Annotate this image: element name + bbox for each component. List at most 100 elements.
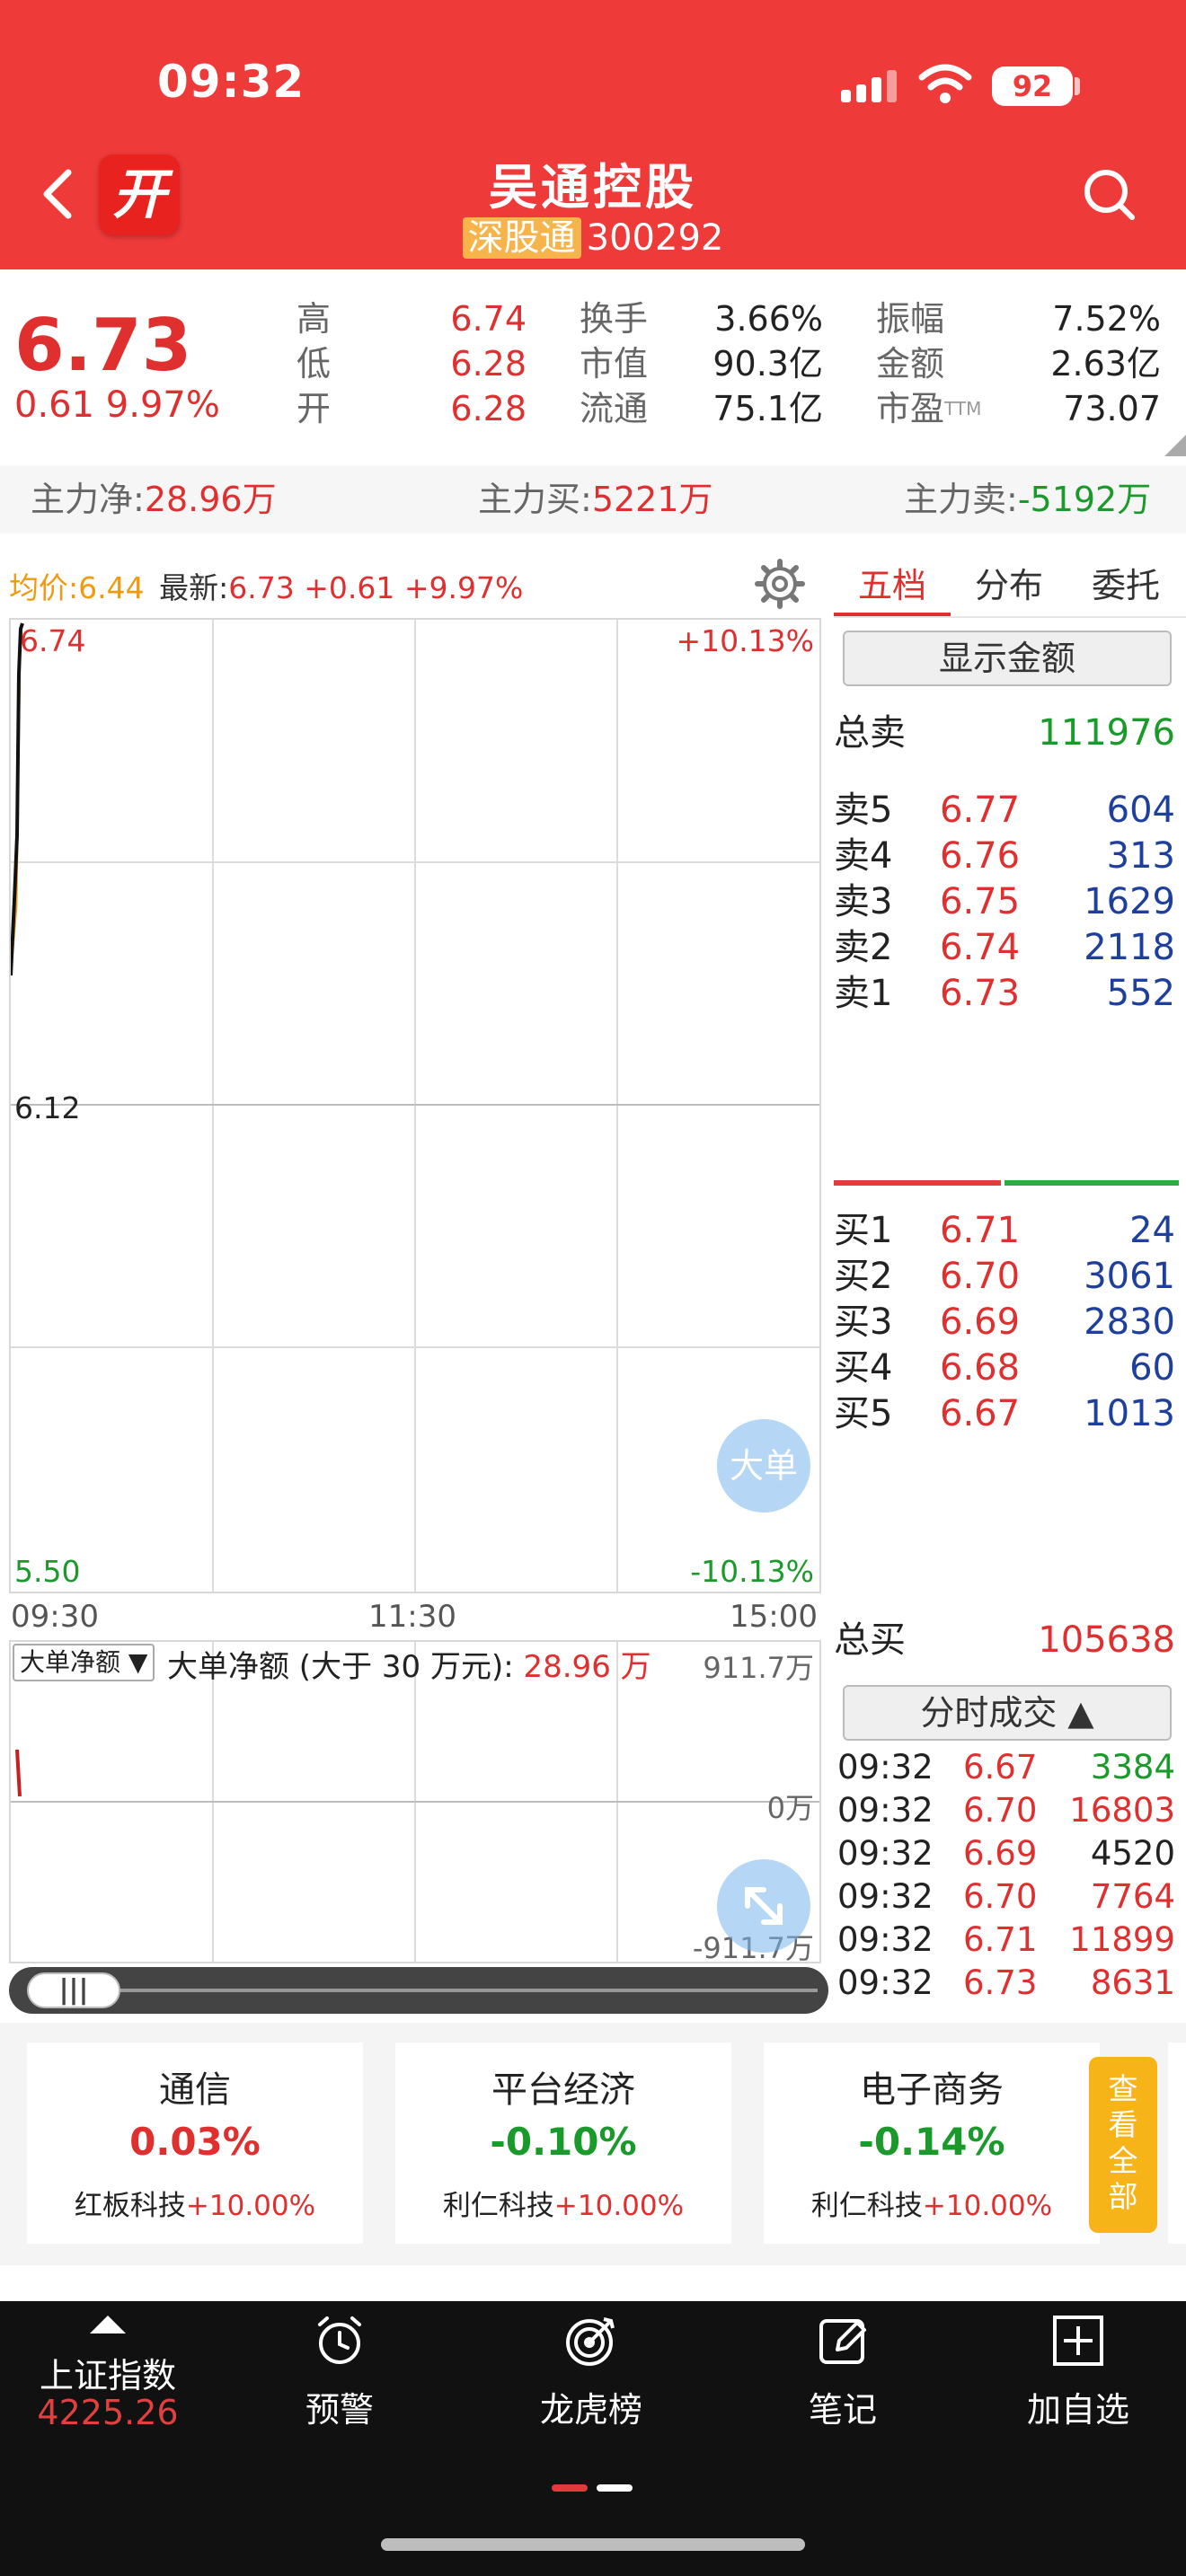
quote-field-value: 73.07 [1063,389,1161,428]
tick-trade-row: 09:32 6.70 16803 [837,1789,1179,1832]
alert-label: 预警 [305,2390,374,2430]
sub-chart-title-text: 大单净额 (大于 30 万元): [167,1649,514,1685]
trade-volume: 16803 [1069,1791,1175,1830]
tick-trades-toggle[interactable]: 分时成交 ▲ [843,1685,1172,1741]
settings-gear-icon[interactable] [755,559,805,609]
tab-five-levels[interactable]: 五档 [834,559,951,616]
shanghai-index-button[interactable]: 上证指数 4225.26 [0,2307,216,2432]
quote-field-label: 高 [296,299,332,339]
total-sell-value: 111976 [1038,712,1175,754]
add-watchlist-button[interactable]: 加自选 [979,2307,1177,2432]
quote-field-value: 6.74 [450,299,527,339]
ask-level-price: 6.73 [940,973,1021,1014]
bid-level-label: 买5 [834,1393,893,1434]
sector-leader-name: 红板科技 [74,2190,186,2222]
bid-level-row[interactable]: 买5 6.67 1013 [834,1387,1179,1441]
quote-field-label: 开 [296,389,332,428]
avg-price-label: 均价: [9,570,79,605]
stock-code-line: 深股通 300292 [0,208,1186,260]
sub-y-top: 911.7万 [703,1651,814,1685]
search-icon[interactable] [1080,165,1137,223]
sub-chart-grid [11,1642,819,1962]
add-watchlist-label: 加自选 [1026,2390,1129,2430]
sub-y-mid: 0万 [766,1791,814,1825]
intraday-price-chart[interactable]: 6.74 +10.13% 6.12 5.50 -10.13% [9,618,821,1593]
quote-field-value: 7.52% [1052,299,1161,339]
quote-field-label: 低 [296,344,332,384]
trade-price: 6.73 [963,1963,1038,2002]
view-all-char-1: 查 [1108,2071,1138,2106]
sector-leader: 利仁科技+10.00% [395,2183,731,2223]
main-force-buy: 主力买:5221万 [478,465,713,534]
quote-field-value: 6.28 [450,344,527,384]
trade-time: 09:32 [837,1791,934,1830]
sector-change: -0.10% [490,2120,637,2164]
ask-level-label: 卖1 [834,973,893,1014]
target-icon [566,2317,615,2366]
main-force-net-value: 28.96万 [144,480,277,519]
main-force-bar: 主力净:28.96万 主力买:5221万 主力卖:-5192万 [0,465,1186,534]
main-force-buy-label: 主力买: [478,480,592,519]
battery-tip [1075,77,1080,95]
big-order-button[interactable]: 大单 [717,1419,810,1513]
view-all-char-4: 部 [1108,2179,1138,2214]
home-indicator[interactable] [381,2538,805,2551]
dragon-tiger-list-button[interactable]: 龙虎榜 [492,2307,690,2432]
trade-time: 09:32 [837,1963,934,2002]
expand-corner-icon[interactable] [1164,435,1186,456]
sector-leader-change: +10.00% [922,2190,1053,2222]
ask-level-row[interactable]: 卖1 6.73 552 [834,966,1179,1020]
main-force-net-label: 主力净: [31,480,145,519]
intraday-legend: 均价:6.44 最新:6.73 +0.61 +9.97% [9,564,523,607]
battery-indicator: 92 [992,66,1073,106]
sector-change: -0.14% [858,2120,1005,2164]
main-force-net: 主力净:28.96万 [31,465,277,534]
sector-name: 通信 [159,2069,231,2111]
show-amount-button[interactable]: 显示金额 [843,631,1172,686]
sector-leader: 红板科技+10.00% [27,2183,363,2223]
stock-code: 300292 [586,217,724,259]
sector-card[interactable]: 平台经济 -0.10% 利仁科技+10.00% [395,2042,731,2244]
indicator-selector[interactable]: 大单净额 ▼ [13,1644,155,1681]
sector-leader: 利仁科技+10.00% [764,2183,1100,2223]
main-force-sell-label: 主力卖: [904,480,1018,519]
trade-price: 6.67 [963,1748,1038,1786]
expand-arrows-icon[interactable] [717,1859,810,1953]
view-all-char-2: 看 [1108,2107,1138,2142]
quote-field-label: 流通 [580,389,649,428]
sector-leader-change: +10.00% [185,2190,316,2222]
note-edit-icon [819,2319,866,2364]
total-buy-row: 总买 105638 [834,1611,1179,1669]
trade-volume: 3384 [1090,1748,1175,1786]
quote-field-label: 振幅 [876,299,945,339]
chart-range-scroller[interactable] [9,1967,828,2014]
tick-trade-row: 09:32 6.70 7764 [837,1875,1179,1919]
total-sell-row: 总卖 111976 [834,704,1179,762]
notes-label: 笔记 [808,2390,877,2430]
next-sector-card-peek [1168,2042,1186,2244]
sector-leader-name: 利仁科技 [810,2190,923,2222]
alert-button[interactable]: 预警 [241,2307,438,2432]
notes-button[interactable]: 笔记 [744,2307,942,2432]
avg-price-value: 6.44 [78,570,145,605]
sector-card[interactable]: 电子商务 -0.14% 利仁科技+10.00% [764,2042,1100,2244]
sector-card[interactable]: 通信 0.03% 红板科技+10.00% [27,2042,363,2244]
pct-top-label: +10.13% [676,623,814,658]
tab-orders[interactable]: 委托 [1067,559,1184,613]
quote-field-value: 75.1亿 [712,389,823,428]
tick-trade-row: 09:32 6.71 11899 [837,1919,1179,1962]
trade-price: 6.69 [963,1834,1038,1873]
latest-change: +0.61 [304,570,395,605]
scroller-handle[interactable]: ||| [27,1972,120,2008]
total-buy-label: 总买 [834,1619,906,1661]
main-force-sell: 主力卖:-5192万 [904,465,1151,534]
price-top-label: 6.74 [20,623,86,658]
cellular-signal-icon [841,70,898,102]
wifi-icon [918,64,972,103]
sector-name: 平台经济 [491,2069,635,2111]
view-all-sectors-button[interactable]: 查 看 全 部 [1089,2057,1157,2233]
tab-distribution[interactable]: 分布 [951,559,1067,613]
price-change: 0.61 9.97% [14,384,220,426]
main-force-sell-value: -5192万 [1017,480,1152,519]
big-order-net-chart[interactable]: 911.7万 0万 -911.7万 [9,1640,821,1965]
